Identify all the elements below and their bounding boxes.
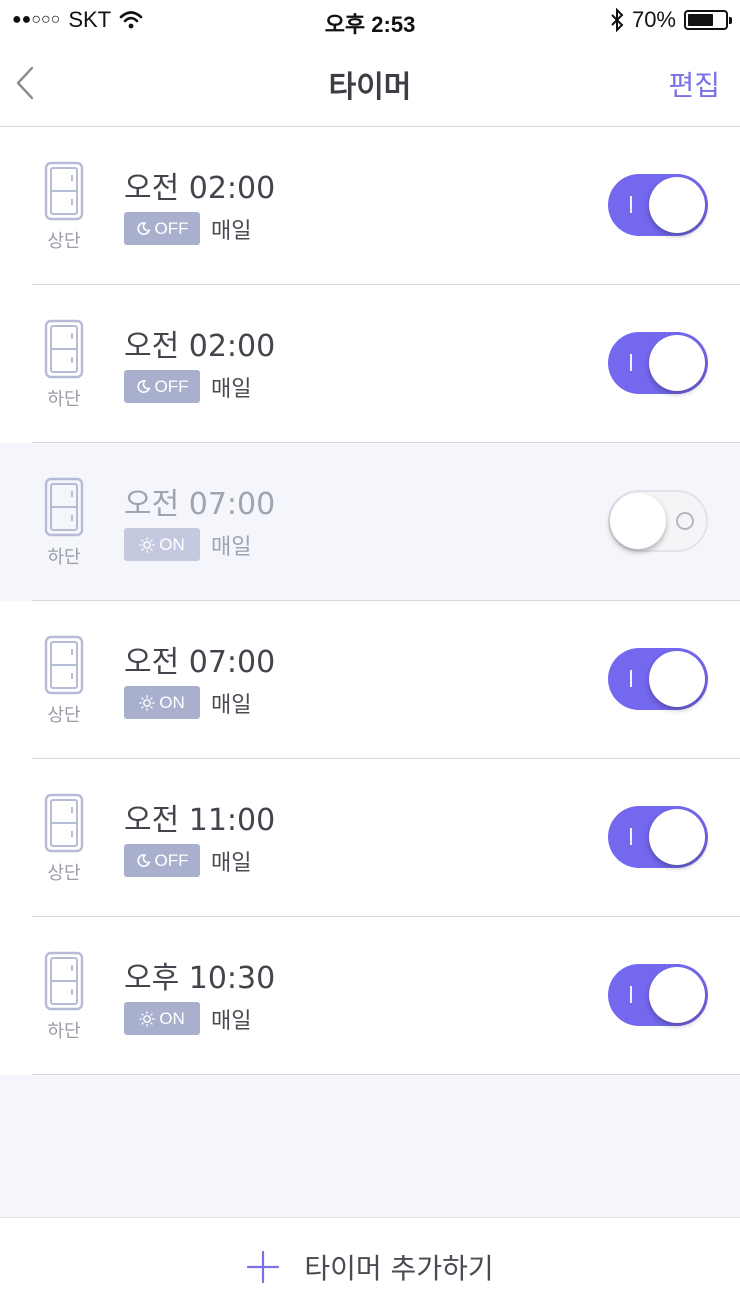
mode-badge: ON: [124, 528, 200, 561]
sun-icon: [139, 536, 156, 553]
repeat-label: 매일: [211, 1009, 252, 1034]
sun-icon: [139, 1010, 156, 1027]
timer-list: 상단 오전 02:00 OFF 매일 하단 오전 02:00 OFF 매일 하단 오전 07:00…: [0, 127, 740, 1075]
mode-label: OFF: [154, 218, 189, 238]
timer-row[interactable]: 상단 오전 07:00 ON 매일: [0, 601, 740, 759]
timer-row[interactable]: 하단 오전 07:00 ON 매일: [0, 443, 740, 601]
fridge-icon: [44, 161, 84, 221]
fridge-icon-wrap: [44, 951, 84, 1011]
toggle-on-mark: [630, 986, 632, 1003]
compartment-label: 하단: [47, 389, 81, 410]
repeat-label: 매일: [211, 219, 252, 244]
page-title: 타이머: [328, 70, 412, 105]
toggle-knob: [610, 493, 666, 549]
toggle-knob: [649, 177, 705, 233]
timer-row[interactable]: 상단 오전 02:00 OFF 매일: [0, 127, 740, 285]
add-timer-label: 타이머 추가하기: [304, 1252, 494, 1285]
sun-icon: [139, 694, 156, 711]
mode-label: OFF: [154, 850, 189, 870]
mode-badge: OFF: [124, 212, 200, 245]
add-timer-button[interactable]: 타이머 추가하기: [0, 1217, 740, 1316]
mode-badge: OFF: [124, 370, 200, 403]
mode-label: ON: [159, 692, 185, 712]
fridge-icon: [44, 793, 84, 853]
navigation-bar: 타이머 편집: [0, 42, 740, 127]
timer-toggle[interactable]: [608, 174, 708, 236]
toggle-knob: [649, 967, 705, 1023]
timer-time: 오전 07:00: [124, 487, 276, 522]
compartment-label: 상단: [47, 863, 81, 884]
toggle-off-mark: [676, 512, 694, 530]
timer-toggle[interactable]: [608, 806, 708, 868]
timer-time: 오전 11:00: [124, 803, 276, 838]
mode-label: ON: [159, 1008, 185, 1028]
toggle-on-mark: [630, 354, 632, 371]
timer-time: 오전 07:00: [124, 645, 276, 680]
timer-time: 오전 02:00: [124, 329, 276, 364]
mode-label: ON: [159, 534, 185, 554]
timer-toggle[interactable]: [608, 332, 708, 394]
timer-time: 오전 02:00: [124, 171, 276, 206]
moon-icon: [136, 380, 150, 393]
fridge-icon: [44, 319, 84, 379]
toggle-on-mark: [630, 196, 632, 213]
timer-toggle[interactable]: [608, 964, 708, 1026]
mode-badge: ON: [124, 1002, 200, 1035]
mode-badge: ON: [124, 686, 200, 719]
fridge-icon: [44, 951, 84, 1011]
fridge-icon-wrap: [44, 161, 84, 221]
timer-row[interactable]: 하단 오전 02:00 OFF 매일: [0, 285, 740, 443]
status-right: 70%: [610, 7, 732, 33]
battery-level: [688, 14, 714, 26]
timer-toggle[interactable]: [608, 648, 708, 710]
timer-time: 오후 10:30: [124, 961, 276, 996]
toggle-knob: [649, 809, 705, 865]
repeat-label: 매일: [211, 377, 252, 402]
compartment-label: 하단: [47, 1021, 81, 1042]
fridge-icon-wrap: [44, 635, 84, 695]
plus-icon: [247, 1250, 280, 1284]
moon-icon: [136, 854, 150, 867]
battery-icon: [684, 10, 732, 30]
fridge-icon-wrap: [44, 793, 84, 853]
fridge-icon-wrap: [44, 319, 84, 379]
toggle-on-mark: [630, 670, 632, 687]
compartment-label: 상단: [47, 705, 81, 726]
timer-toggle[interactable]: [608, 490, 708, 552]
repeat-label: 매일: [211, 851, 252, 876]
compartment-label: 상단: [47, 231, 81, 252]
row-divider: [32, 1074, 740, 1075]
toggle-knob: [649, 335, 705, 391]
fridge-icon: [44, 477, 84, 537]
repeat-label: 매일: [211, 693, 252, 718]
compartment-label: 하단: [47, 547, 81, 568]
fridge-icon: [44, 635, 84, 695]
bluetooth-icon: [611, 8, 624, 32]
edit-button[interactable]: 편집: [668, 64, 720, 104]
mode-label: OFF: [154, 376, 189, 396]
status-bar: ●●○○○ SKT 오후 2:53 70%: [0, 0, 740, 42]
fridge-icon-wrap: [44, 477, 84, 537]
repeat-label: 매일: [211, 535, 252, 560]
timer-row[interactable]: 상단 오전 11:00 OFF 매일: [0, 759, 740, 917]
timer-row[interactable]: 하단 오후 10:30 ON 매일: [0, 917, 740, 1075]
toggle-on-mark: [630, 828, 632, 845]
mode-badge: OFF: [124, 844, 200, 877]
moon-icon: [136, 222, 150, 235]
toggle-knob: [649, 651, 705, 707]
battery-percentage: 70%: [631, 7, 676, 32]
